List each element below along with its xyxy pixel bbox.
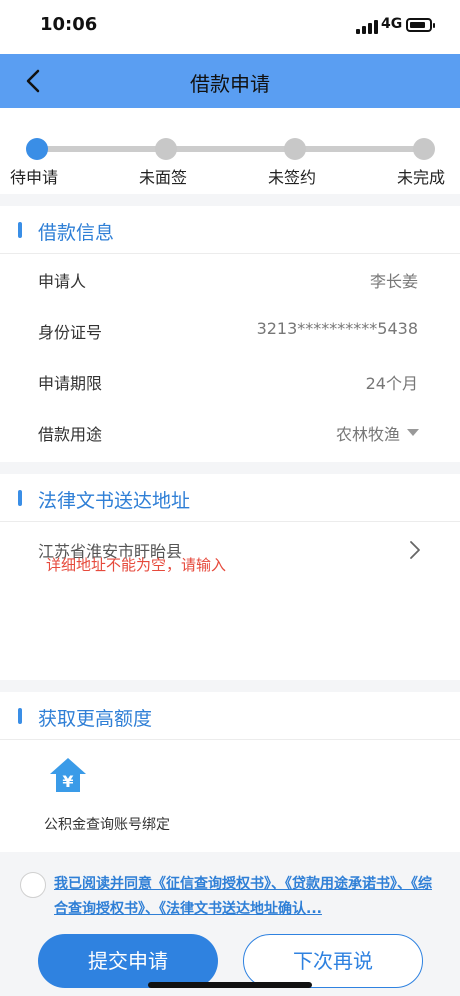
network-label: 4G: [381, 16, 403, 32]
housing-fund-icon[interactable]: ¥: [48, 756, 88, 796]
row-purpose[interactable]: 借款用途 农林牧渔: [0, 407, 460, 458]
section-header: 法律文书送达地址: [0, 474, 460, 522]
section-header: 获取更高额度: [0, 692, 460, 740]
address-section: 法律文书送达地址 江苏省淮安市盱眙县 详细地址不能为空，请输入: [0, 474, 460, 680]
section-title: 获取更高额度: [38, 708, 153, 730]
row-label: 身份证号: [38, 323, 103, 342]
row-value: 24个月: [365, 374, 418, 393]
row-applicant: 申请人 李长姜: [0, 254, 460, 305]
loan-info-section: 借款信息 申请人 李长姜 身份证号 3213**********5438 申请期…: [0, 206, 460, 462]
page-title: 借款申请: [190, 72, 270, 96]
address-error-text: 详细地址不能为空，请输入: [46, 556, 227, 574]
step-dot-complete: [413, 138, 435, 160]
progress-track: [36, 146, 424, 152]
step-label-interview: 未面签: [139, 168, 188, 187]
status-bar: 10:06 4G: [0, 0, 460, 54]
step-label-sign: 未签约: [268, 168, 317, 187]
agreement-checkbox[interactable]: [20, 872, 46, 898]
row-term: 申请期限 24个月: [0, 356, 460, 407]
caret-down-icon[interactable]: [407, 429, 419, 436]
submit-button[interactable]: 提交申请: [38, 934, 218, 988]
step-dot-apply: [26, 138, 48, 160]
step-label-complete: 未完成: [397, 168, 446, 187]
section-header: 借款信息: [0, 206, 460, 254]
step-label-apply: 待申请: [10, 168, 59, 187]
quota-section: 获取更高额度 ¥ 公积金查询账号绑定: [0, 692, 460, 852]
later-button[interactable]: 下次再说: [243, 934, 423, 988]
home-indicator: [148, 982, 312, 988]
section-marker: [18, 490, 22, 506]
row-label: 借款用途: [38, 425, 103, 444]
chevron-right-icon[interactable]: [408, 540, 422, 560]
agreement-link[interactable]: 我已阅读并同意《征信查询授权书》、《贷款用途承诺书》、《综合查询授权书》、《法律…: [54, 872, 434, 922]
step-dot-interview: [155, 138, 177, 160]
section-title: 法律文书送达地址: [38, 490, 191, 512]
row-label: 申请人: [38, 272, 87, 291]
step-dot-sign: [284, 138, 306, 160]
row-value: 李长姜: [369, 272, 418, 291]
section-title: 借款信息: [38, 222, 115, 244]
row-label: 申请期限: [38, 374, 103, 393]
signal-icon: [356, 20, 378, 34]
nav-bar: 借款申请: [0, 54, 460, 108]
progress-steps: 待申请 未面签 未签约 未完成: [0, 108, 460, 194]
battery-icon: [406, 18, 435, 32]
fund-binding-label: 公积金查询账号绑定: [44, 817, 170, 833]
agreement-area: 我已阅读并同意《征信查询授权书》、《贷款用途承诺书》、《综合查询授权书》、《法律…: [0, 866, 460, 930]
row-value: 3213**********5438: [256, 319, 418, 338]
currency-glyph: ¥: [62, 772, 73, 791]
section-marker: [18, 222, 22, 238]
status-time: 10:06: [40, 14, 98, 35]
row-id-number: 身份证号 3213**********5438: [0, 305, 460, 356]
purpose-select[interactable]: 农林牧渔: [336, 421, 400, 445]
section-marker: [18, 708, 22, 724]
